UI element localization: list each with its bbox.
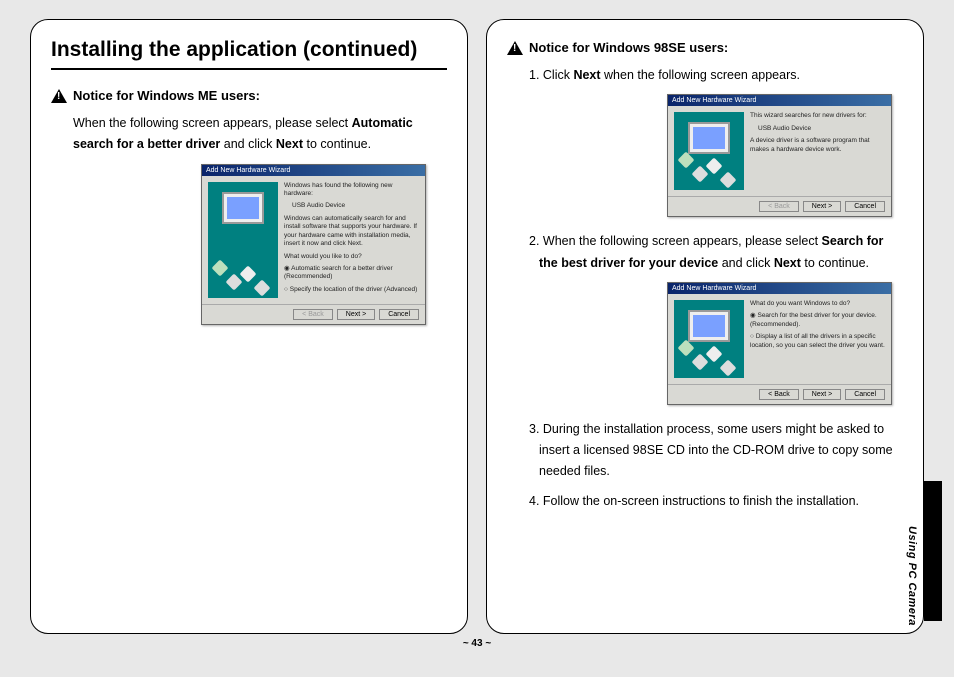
step2-post: to continue. [801, 256, 869, 270]
wizard-text-line: A device driver is a software program th… [750, 137, 885, 154]
me-instruction-paragraph: When the following screen appears, pleas… [73, 113, 447, 156]
wizard-me-titlebar: Add New Hardware Wizard [202, 165, 425, 176]
wizard-98b-buttons: < Back Next > Cancel [668, 384, 891, 404]
notice-98se-heading: Notice for Windows 98SE users: [507, 40, 903, 55]
step1-pre: 1. Click [529, 68, 573, 82]
disc-icon [706, 158, 723, 175]
wizard-text-line: Windows has found the following new hard… [284, 182, 419, 199]
step2-bold2: Next [774, 256, 801, 270]
monitor-icon [688, 122, 730, 154]
cancel-button[interactable]: Cancel [845, 389, 885, 400]
wizard-me-buttons: < Back Next > Cancel [202, 304, 425, 324]
wizard-text-line: What would you like to do? [284, 253, 419, 261]
wizard-radio-option[interactable]: Specify the location of the driver (Adva… [284, 286, 419, 294]
page-number: ~ 43 ~ [30, 638, 924, 649]
wizard-window-98b: Add New Hardware Wizard What do you want… [667, 282, 892, 405]
wizard-window-me: Add New Hardware Wizard Windows has foun… [201, 164, 426, 326]
wizard-radio-option[interactable]: Search for the best driver for your devi… [750, 312, 885, 329]
wizard-text-line: USB Audio Device [758, 125, 885, 133]
disc-icon [212, 260, 229, 277]
step2-mid: and click [718, 256, 774, 270]
column-container: Installing the application (continued) N… [30, 19, 924, 634]
warning-icon [507, 41, 523, 55]
back-button[interactable]: < Back [293, 309, 333, 320]
wizard-98a-titlebar: Add New Hardware Wizard [668, 95, 891, 106]
wizard-98b-titlebar: Add New Hardware Wizard [668, 283, 891, 294]
page-title: Installing the application (continued) [51, 38, 447, 70]
wizard-98a-content: This wizard searches for new drivers for… [750, 112, 885, 190]
wizard-art-panel [208, 182, 278, 299]
next-button[interactable]: Next > [803, 201, 841, 212]
notice-me-text: Notice for Windows ME users: [73, 88, 260, 103]
wizard-radio-option[interactable]: Automatic search for a better driver (Re… [284, 265, 419, 282]
next-button[interactable]: Next > [337, 309, 375, 320]
back-button[interactable]: < Back [759, 201, 799, 212]
disc-icon [226, 274, 243, 291]
me-para-bold2: Next [276, 137, 303, 151]
wizard-98b-body: What do you want Windows to do? Search f… [668, 294, 891, 384]
disc-icon [692, 166, 709, 183]
disc-icon [720, 359, 737, 376]
step2-pre: 2. When the following screen appears, pl… [529, 234, 822, 248]
back-button[interactable]: < Back [759, 389, 799, 400]
left-column: Installing the application (continued) N… [30, 19, 468, 634]
disc-icon [240, 266, 257, 283]
wizard-me-content: Windows has found the following new hard… [284, 182, 419, 299]
disc-icon [678, 339, 695, 356]
wizard-art-panel [674, 112, 744, 190]
wizard-98b-content: What do you want Windows to do? Search f… [750, 300, 885, 378]
step-4: 4. Follow the on-screen instructions to … [529, 491, 903, 512]
wizard-me-body: Windows has found the following new hard… [202, 176, 425, 305]
wizard-text-line: Windows can automatically search for and… [284, 215, 419, 249]
wizard-98a-body: This wizard searches for new drivers for… [668, 106, 891, 196]
wizard-text-line: USB Audio Device [292, 202, 419, 210]
notice-98se-text: Notice for Windows 98SE users: [529, 40, 728, 55]
step1-bold: Next [573, 68, 600, 82]
me-para-post: to continue. [306, 137, 371, 151]
wizard-98a-buttons: < Back Next > Cancel [668, 196, 891, 216]
disc-icon [692, 353, 709, 370]
me-para-mid: and click [224, 137, 276, 151]
wizard-radio-option[interactable]: Display a list of all the drivers in a s… [750, 333, 885, 350]
step-3: 3. During the installation process, some… [529, 419, 903, 483]
section-tab-label: Using PC Camera [906, 526, 918, 626]
disc-icon [706, 345, 723, 362]
page-spread: Installing the application (continued) N… [12, 11, 942, 666]
wizard-art-panel [674, 300, 744, 378]
wizard-window-98a: Add New Hardware Wizard This wizard sear… [667, 94, 892, 217]
step-2: 2. When the following screen appears, pl… [529, 231, 903, 274]
disc-icon [678, 152, 695, 169]
warning-icon [51, 89, 67, 103]
step1-post: when the following screen appears. [601, 68, 800, 82]
section-tab-marker [924, 481, 942, 621]
wizard-text-line: What do you want Windows to do? [750, 300, 885, 308]
notice-me-heading: Notice for Windows ME users: [51, 88, 447, 103]
right-column: Notice for Windows 98SE users: 1. Click … [486, 19, 924, 634]
step-1: 1. Click Next when the following screen … [529, 65, 903, 86]
disc-icon [254, 280, 271, 297]
monitor-icon [688, 310, 730, 342]
me-para-pre: When the following screen appears, pleas… [73, 116, 352, 130]
cancel-button[interactable]: Cancel [379, 309, 419, 320]
monitor-icon [222, 192, 264, 224]
wizard-text-line: This wizard searches for new drivers for… [750, 112, 885, 120]
cancel-button[interactable]: Cancel [845, 201, 885, 212]
disc-icon [720, 172, 737, 189]
next-button[interactable]: Next > [803, 389, 841, 400]
